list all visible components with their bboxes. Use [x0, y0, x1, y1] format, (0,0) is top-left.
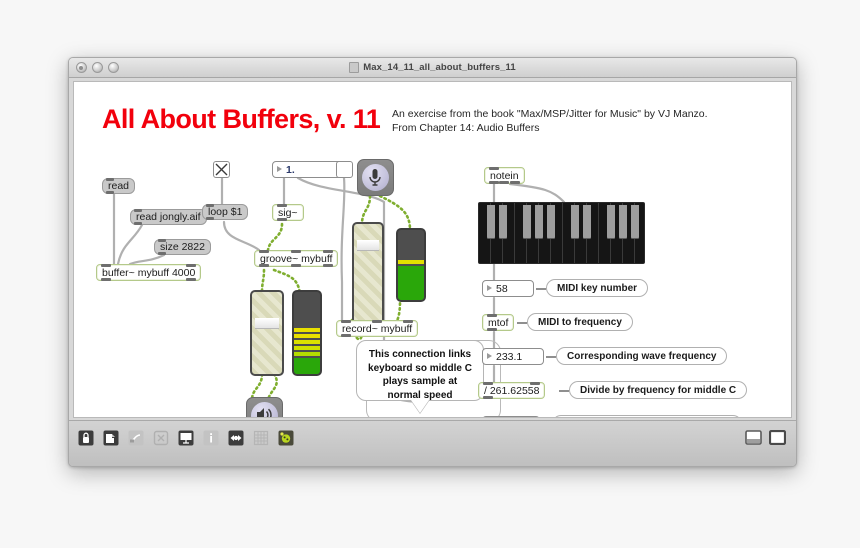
page-title: All About Buffers, v. 11 — [102, 104, 381, 134]
inspector-button — [202, 429, 219, 446]
connector-dash-4 — [559, 390, 569, 392]
level-meter-playback — [292, 290, 322, 376]
number-box-midi-key-value: 58 — [496, 282, 508, 295]
object-record[interactable]: record~ mybuff — [336, 320, 419, 337]
gain-slider-record[interactable] — [352, 222, 384, 332]
object-groove[interactable]: groove~ mybuff — [254, 250, 339, 267]
message-read[interactable]: read — [102, 178, 136, 194]
sidebar-right-layout-button[interactable] — [769, 429, 786, 446]
grid-icon — [253, 430, 268, 445]
object-divide-label: / 261.62558 — [484, 384, 540, 397]
connector-dash-1 — [536, 288, 546, 290]
presentation-mode-button[interactable] — [177, 429, 194, 446]
object-divide[interactable]: / 261.62558 — [478, 382, 546, 399]
level-meter-record — [396, 228, 426, 302]
object-groove-label: groove~ mybuff — [260, 252, 333, 265]
object-sig-label: sig~ — [278, 206, 298, 219]
number-box-rate[interactable]: 1. — [272, 161, 344, 178]
lock-unlock-button[interactable] — [77, 429, 94, 446]
toolbar-right-group — [745, 429, 786, 446]
debug-button[interactable] — [277, 429, 294, 446]
subtitle-line-1: An exercise from the book "Max/MSP/Jitte… — [392, 108, 708, 120]
message-read-file-label: read jongly.aif — [136, 211, 201, 223]
panel-right-icon — [769, 430, 786, 445]
bug-icon — [278, 430, 293, 445]
ezdac-button[interactable] — [246, 397, 283, 417]
number-box-rate-value: 1. — [286, 163, 295, 176]
number-box-frequency-value: 233.1 — [496, 350, 523, 363]
number-box-frequency[interactable]: 233.1 — [482, 348, 544, 365]
traffic-button[interactable] — [227, 429, 244, 446]
object-mtof-label: mtof — [488, 316, 509, 329]
grid-button — [252, 429, 269, 446]
comment-middle-c: Middle C = 1 — [552, 415, 742, 417]
presentation-icon — [178, 430, 193, 445]
toggle-loop[interactable] — [213, 161, 230, 178]
number-box-ratio[interactable]: 0.891 — [482, 416, 540, 417]
info-icon — [203, 430, 218, 445]
window-title: Max_14_11_all_about_buffers_11 — [363, 62, 516, 73]
arrows-icon — [228, 430, 243, 445]
object-record-label: record~ mybuff — [342, 322, 413, 335]
comment-midi-to-frequency: MIDI to frequency — [527, 313, 633, 331]
message-read-file[interactable]: read jongly.aif — [130, 209, 207, 225]
speaker-icon — [250, 401, 279, 417]
subtitle-line-2: From Chapter 14: Audio Buffers — [392, 121, 540, 134]
comment-corresponding-wave-frequency: Corresponding wave frequency — [556, 347, 728, 365]
patchcord-icon — [128, 430, 143, 445]
number-box-midi-key[interactable]: 58 — [482, 280, 534, 297]
gain-slider-record-handle[interactable] — [357, 240, 379, 251]
object-buffer-label: buffer~ mybuff 4000 — [102, 266, 196, 279]
sidebar-bottom-layout-button[interactable] — [745, 429, 762, 446]
new-object-button[interactable] — [102, 429, 119, 446]
kslider-keyboard[interactable] — [478, 202, 645, 264]
max-patcher-window: Max_14_11_all_about_buffers_11 All About… — [68, 57, 797, 467]
padlock-icon — [78, 430, 93, 445]
object-mtof[interactable]: mtof — [482, 314, 515, 331]
microphone-icon — [361, 163, 390, 192]
balloon-tail — [411, 400, 429, 413]
gain-slider-playback[interactable] — [250, 290, 284, 376]
message-size-label: size 2822 — [160, 241, 205, 253]
comment-divide-by-frequency: Divide by frequency for middle C — [569, 381, 748, 399]
edit-connection-button — [127, 429, 144, 446]
patcher-canvas[interactable]: All About Buffers, v. 11 An exercise fro… — [73, 81, 792, 418]
connector-dash-2 — [517, 322, 527, 324]
toolbar-left-group — [77, 429, 294, 446]
gain-slider-playback-handle[interactable] — [255, 318, 279, 329]
comment-midi-key-number: MIDI key number — [546, 279, 649, 297]
subtitle: An exercise from the book "Max/MSP/Jitte… — [392, 108, 782, 135]
toggle-record[interactable] — [336, 161, 353, 178]
delete-connection-button — [152, 429, 169, 446]
message-size[interactable]: size 2822 — [154, 239, 211, 255]
screenshot-root: Max_14_11_all_about_buffers_11 All About… — [0, 0, 860, 548]
window-title-group: Max_14_11_all_about_buffers_11 — [69, 58, 796, 77]
balloon-comment: This connection links keyboard so middle… — [356, 340, 484, 401]
object-buffer[interactable]: buffer~ mybuff 4000 — [96, 264, 202, 281]
object-sig[interactable]: sig~ — [272, 204, 304, 221]
close-box-icon — [153, 430, 168, 445]
panel-bottom-icon — [745, 430, 762, 445]
copy-page-icon — [103, 430, 118, 445]
message-loop[interactable]: loop $1 — [202, 204, 249, 220]
window-titlebar[interactable]: Max_14_11_all_about_buffers_11 — [69, 58, 796, 78]
connector-dash-3 — [546, 356, 556, 358]
x-toggle-icon — [215, 163, 228, 176]
ezadc-button[interactable] — [357, 159, 394, 196]
object-notein[interactable]: notein — [484, 167, 525, 184]
object-notein-label: notein — [490, 169, 519, 182]
document-icon — [349, 62, 360, 73]
patcher-toolbar — [69, 420, 796, 466]
